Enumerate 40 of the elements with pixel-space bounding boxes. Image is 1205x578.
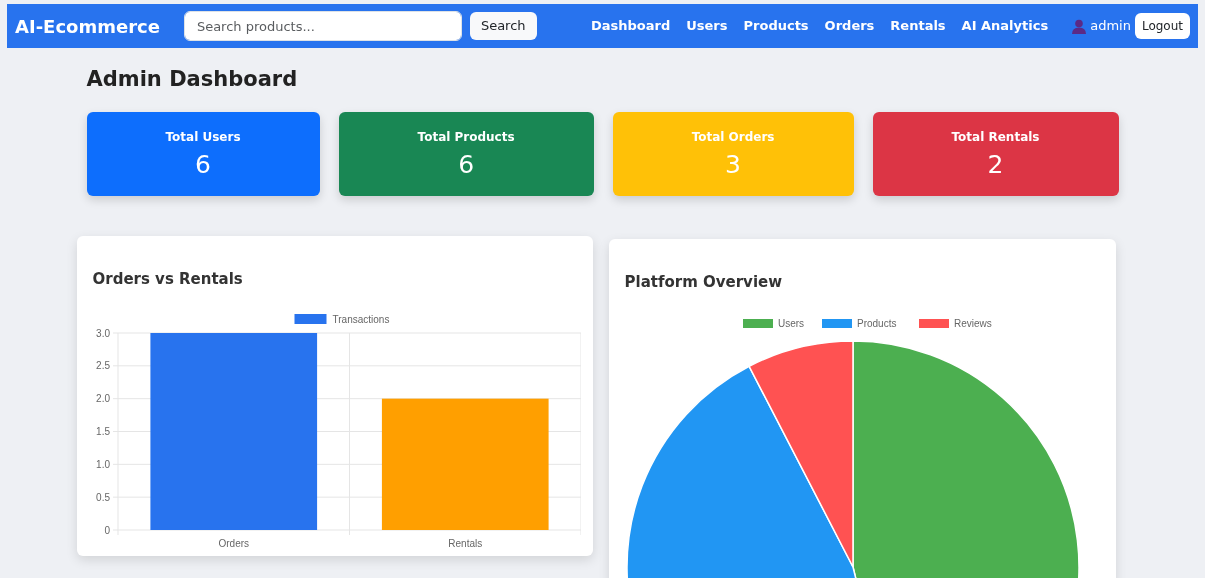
axis-label: Rentals — [447, 538, 482, 549]
legend-item: Transactions — [294, 314, 389, 325]
axis-tick-label: 0 — [103, 524, 110, 536]
nav-link[interactable]: Rentals — [890, 16, 946, 36]
stat-label: Total Orders — [691, 128, 775, 146]
stat-value: 6 — [458, 148, 475, 181]
search-field[interactable]: Search products... — [183, 11, 462, 41]
legend-label: Users — [777, 318, 804, 329]
nav-link[interactable]: Users — [686, 16, 728, 36]
stat-value: 3 — [725, 148, 741, 181]
logout-button[interactable]: Logout — [1134, 13, 1190, 39]
page-title: Admin Dashboard — [86, 66, 299, 93]
user-icon — [1072, 18, 1087, 34]
legend-item: Products — [821, 318, 896, 329]
nav-link[interactable]: Orders — [824, 16, 875, 36]
axis-tick-label: 1.5 — [95, 426, 110, 437]
axis-tick-label: 2.0 — [95, 393, 110, 405]
stat-label: Total Rentals — [951, 128, 1040, 146]
stat-value: 2 — [987, 148, 1004, 181]
axis-tick-label: 2.5 — [95, 360, 110, 372]
legend-item: Reviews — [918, 318, 992, 329]
legend-label: Products — [856, 318, 896, 329]
search-button[interactable]: Search — [469, 12, 537, 40]
legend-label: Transactions — [332, 314, 389, 325]
axis-tick-label: 3.0 — [95, 327, 110, 339]
nav-link[interactable]: AI Analytics — [961, 16, 1049, 36]
axis-label: Orders — [217, 538, 249, 549]
chart-title: Platform Overview — [624, 271, 784, 293]
axis-tick-label: 1.0 — [95, 458, 110, 470]
legend-label: Reviews — [953, 318, 992, 329]
chart-title: Orders vs Rentals — [92, 268, 244, 290]
stat-value: 6 — [195, 148, 211, 181]
stat-label: Total Users — [165, 128, 241, 146]
stat-label: Total Products — [417, 128, 515, 146]
axis-tick-label: 0.5 — [95, 491, 110, 503]
brand-logo[interactable]: AI-Ecommerce — [15, 12, 160, 40]
nav-link[interactable]: Products — [743, 16, 809, 36]
nav-link[interactable]: Dashboard — [590, 16, 671, 36]
username: admin — [1090, 17, 1131, 36]
legend-item: Users — [742, 318, 804, 329]
